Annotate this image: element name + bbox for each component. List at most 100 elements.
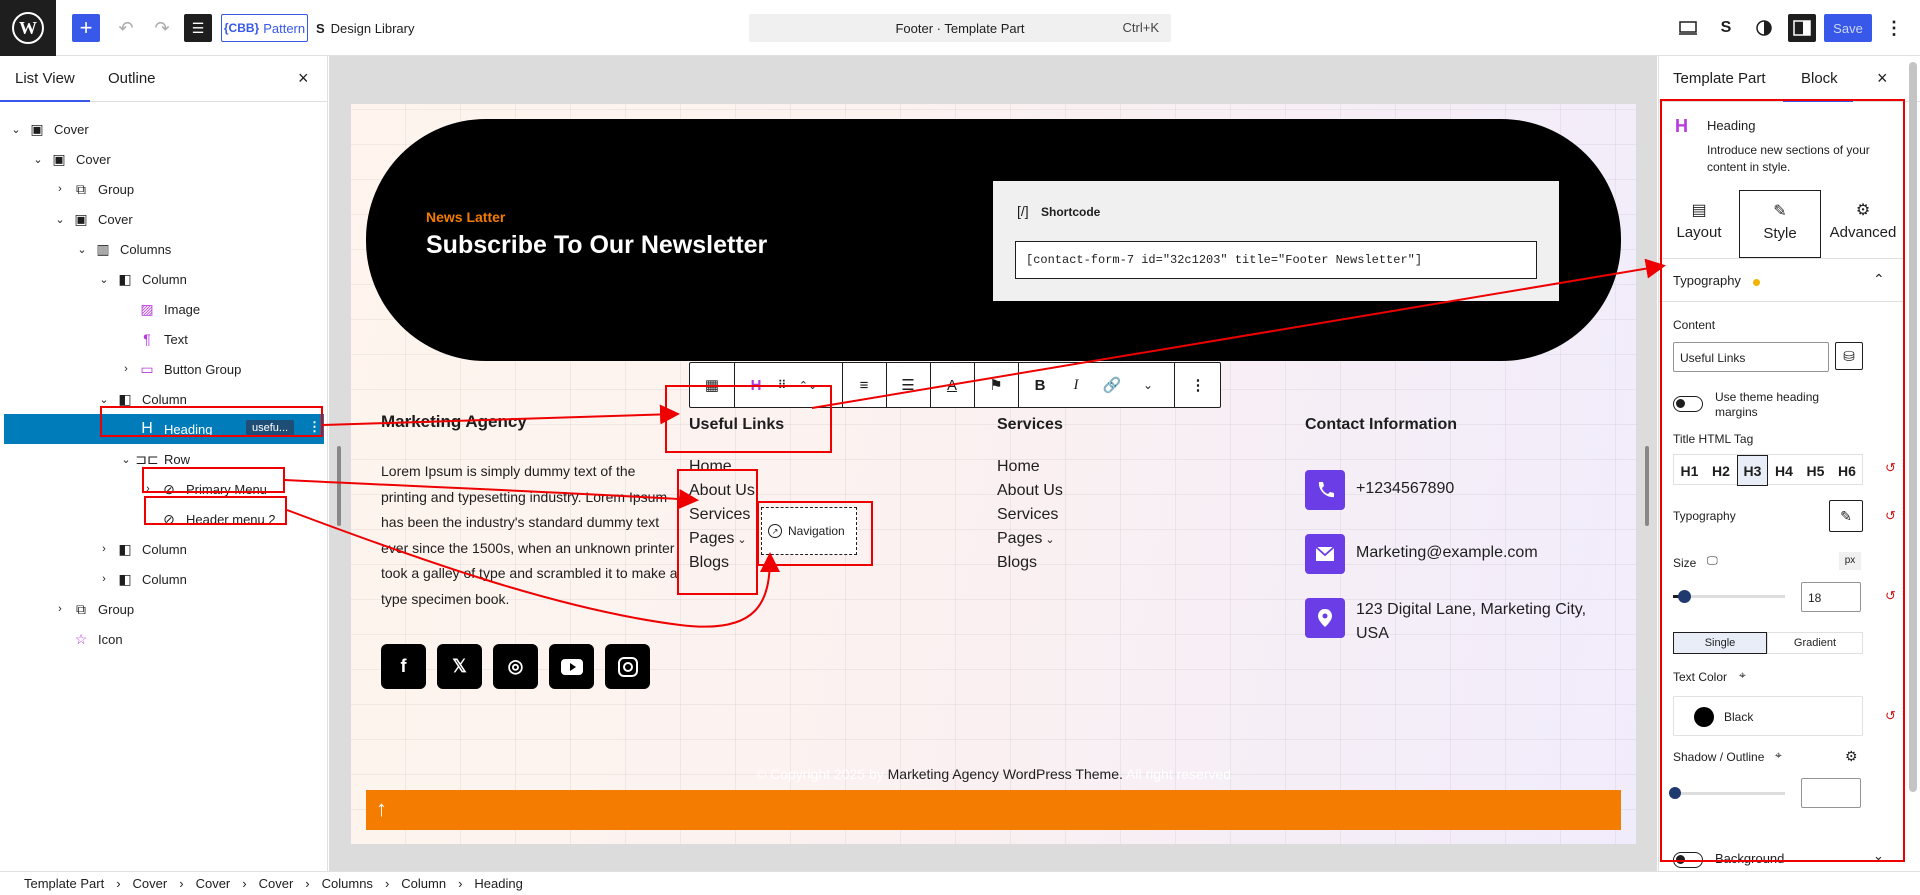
breadcrumb-item[interactable]: Template Part [24, 876, 104, 891]
tab-list-view[interactable]: List View [0, 70, 90, 102]
breadcrumb-item[interactable]: Cover [259, 876, 294, 891]
list-item-primary-menu[interactable]: › ⊘ Primary Menu [0, 474, 327, 504]
shadow-value-input[interactable] [1801, 778, 1861, 808]
command-palette-button[interactable]: Footer · Template Part Ctrl+K [749, 14, 1171, 42]
size-value-input[interactable]: 18 [1801, 582, 1861, 612]
about-heading[interactable]: Marketing Agency [381, 412, 527, 432]
item-options-icon[interactable]: ⋮ [308, 419, 321, 435]
chevron-icon[interactable]: ⌄ [74, 243, 90, 256]
breadcrumb-item[interactable]: Heading [474, 876, 522, 891]
preview-device-icon[interactable] [1674, 14, 1702, 42]
list-item-header-menu-2[interactable]: ⊘ Header menu 2 [0, 504, 327, 534]
color-mode-single[interactable]: Single [1673, 632, 1767, 654]
chevron-up-icon[interactable]: ⌃ [1873, 271, 1885, 288]
facebook-icon[interactable]: f [381, 644, 426, 689]
tag-h4[interactable]: H4 [1769, 455, 1800, 486]
chevron-icon[interactable]: › [118, 363, 134, 375]
tag-h1[interactable]: H1 [1674, 455, 1705, 486]
dynamic-content-database-icon[interactable]: ⛁ [1835, 342, 1863, 370]
about-text[interactable]: Lorem Ipsum is simply dummy text of the … [381, 459, 681, 612]
subtab-layout[interactable]: ▤ Layout [1659, 190, 1739, 258]
theme-margins-toggle[interactable] [1673, 396, 1703, 412]
shadow-picker-cursor-icon[interactable]: ⌖ [1775, 748, 1782, 763]
subtab-advanced[interactable]: ⚙ Advanced [1821, 190, 1905, 258]
copyright-text[interactable]: © Copyright 2025 by Marketing Agency Wor… [351, 766, 1636, 782]
bold-icon[interactable]: B [1022, 363, 1058, 407]
flag-icon[interactable]: ⚑ [974, 363, 1018, 407]
youtube-icon[interactable] [549, 644, 594, 689]
useful-links-item[interactable]: Pages ⌄ [689, 530, 747, 548]
pattern-button[interactable]: {CBB} Pattern [221, 14, 308, 42]
list-item-cover[interactable]: ⌄ ▣ Cover [0, 144, 327, 174]
text-color-icon[interactable]: A [930, 363, 974, 407]
italic-icon[interactable]: I [1058, 363, 1094, 407]
reset-typography-icon[interactable]: ↺ [1885, 508, 1896, 524]
x-twitter-icon[interactable]: 𝕏 [437, 644, 482, 689]
list-item-cover[interactable]: ⌄ ▣ Cover [0, 114, 327, 144]
list-view-toggle-icon[interactable]: ☰ [184, 14, 212, 42]
tag-h6[interactable]: H6 [1832, 455, 1863, 486]
canvas-resize-handle-right[interactable] [1645, 446, 1649, 526]
save-button[interactable]: Save [1824, 14, 1872, 42]
wordpress-logo-icon[interactable]: W [0, 0, 56, 56]
breadcrumb-item[interactable]: Columns [322, 876, 373, 891]
list-item-icon[interactable]: ☆ Icon [0, 624, 327, 654]
reset-tag-icon[interactable]: ↺ [1885, 460, 1896, 476]
shadow-settings-gear-icon[interactable]: ⚙ [1845, 748, 1858, 765]
size-slider-handle[interactable] [1678, 590, 1692, 603]
arrow-up-icon[interactable]: ↑ [376, 796, 387, 822]
tab-outline[interactable]: Outline [108, 70, 156, 87]
list-item-column[interactable]: › ◧ Column [0, 534, 327, 564]
color-picker-cursor-icon[interactable]: ⌖ [1739, 668, 1746, 683]
newsletter-title[interactable]: Subscribe To Our Newsletter [426, 231, 767, 260]
block-options-icon[interactable]: ⋮ [1176, 363, 1220, 407]
chevron-icon[interactable]: ⌄ [96, 393, 112, 406]
list-item-column[interactable]: ⌄ ◧ Column [0, 264, 327, 294]
services-item[interactable]: Pages ⌄ [997, 530, 1055, 548]
list-item-heading[interactable]: H Heading usefu... ⋮ [4, 414, 324, 444]
submenu-chevron-icon[interactable]: ⌄ [734, 534, 746, 546]
services-item[interactable]: Home [997, 458, 1040, 476]
reset-color-icon[interactable]: ↺ [1885, 708, 1896, 724]
newsletter-kicker[interactable]: News Latter [426, 209, 505, 225]
services-item[interactable]: About Us [997, 482, 1063, 500]
list-item-row[interactable]: ⌄ ⊐⊏ Row [0, 444, 327, 474]
chevron-icon[interactable]: ⌄ [118, 453, 134, 466]
back-to-top-bar[interactable]: ↑ [366, 790, 1621, 830]
drag-handle-icon[interactable]: ⠿ [770, 363, 794, 407]
typography-panel-header[interactable]: Typography ⌃ [1659, 258, 1905, 302]
shadow-slider-handle[interactable] [1669, 787, 1681, 799]
move-up-down-icon[interactable]: ⌃⌄ [794, 363, 822, 407]
tab-template-part[interactable]: Template Part [1673, 70, 1766, 87]
close-sidebar-icon[interactable]: × [1877, 68, 1888, 89]
size-unit-toggle[interactable]: px [1839, 552, 1861, 570]
chevron-icon[interactable]: › [52, 603, 68, 615]
breadcrumb-item[interactable]: Column [401, 876, 446, 891]
styles-contrast-icon[interactable] [1750, 14, 1778, 42]
parent-block-icon[interactable]: ▦ [690, 363, 734, 407]
chevron-icon[interactable]: ⌄ [52, 213, 68, 226]
submenu-chevron-icon[interactable]: ⌄ [1042, 534, 1054, 546]
content-input[interactable]: Useful Links [1673, 342, 1829, 372]
list-item-group[interactable]: › ⧉ Group [0, 174, 327, 204]
heading-block-icon[interactable]: H [742, 363, 770, 407]
options-menu-icon[interactable]: ⋮ [1880, 14, 1908, 42]
list-item-cover[interactable]: ⌄ ▣ Cover [0, 204, 327, 234]
list-item-column[interactable]: ⌄ ◧ Column [0, 384, 327, 414]
dribbble-icon[interactable]: ◎ [493, 644, 538, 689]
shadow-slider-track[interactable] [1669, 787, 1785, 799]
chevron-icon[interactable]: ⌄ [30, 153, 46, 166]
chevron-icon[interactable]: › [52, 183, 68, 195]
desktop-device-icon[interactable]: 🖵 [1707, 555, 1718, 568]
background-toggle[interactable] [1673, 852, 1703, 868]
background-chevron-down-icon[interactable]: ⌄ [1873, 848, 1884, 864]
chevron-icon[interactable]: › [140, 483, 156, 495]
chevron-icon[interactable]: › [96, 573, 112, 585]
more-formats-chevron-icon[interactable]: ⌄ [1130, 363, 1166, 407]
shortcode-input[interactable]: [contact-form-7 id="32c1203" title="Foot… [1015, 241, 1537, 279]
size-slider-track[interactable] [1673, 590, 1785, 603]
undo-icon[interactable]: ↶ [112, 14, 140, 42]
breadcrumb-item[interactable]: Cover [133, 876, 168, 891]
contact-address[interactable]: 123 Digital Lane, Marketing City, USA [1356, 598, 1606, 646]
useful-links-heading[interactable]: Useful Links [689, 416, 784, 434]
